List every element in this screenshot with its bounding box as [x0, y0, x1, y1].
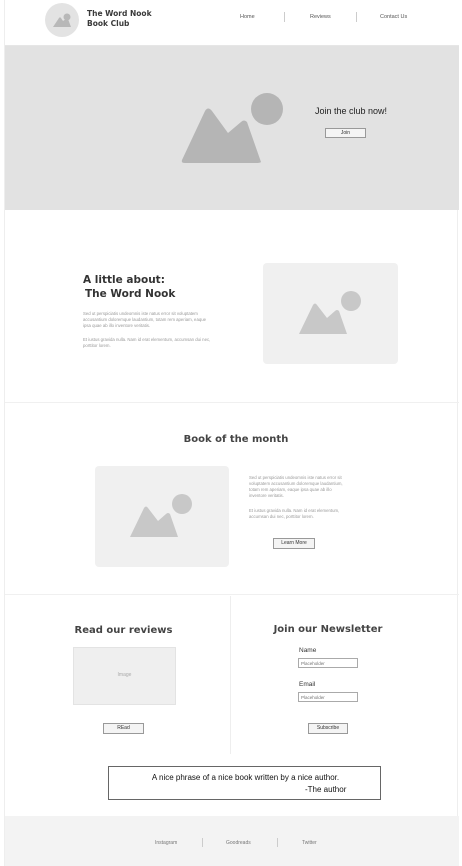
- about-title-line-1: A little about:: [83, 274, 165, 286]
- learn-more-button[interactable]: Learn More: [273, 538, 315, 549]
- about-image: [263, 263, 398, 364]
- about-title-line-2: The Word Nook: [85, 288, 176, 300]
- book-paragraph-1: Sed ut perspiciatis undeomnis iste natus…: [249, 475, 343, 498]
- quote-box: A nice phrase of a nice book written by …: [108, 766, 381, 800]
- image-placeholder-icon: [130, 494, 192, 537]
- reviews-title: Read our reviews: [74, 625, 173, 636]
- hero-banner: [5, 46, 459, 210]
- newsletter-title: Join our Newsletter: [273, 624, 383, 635]
- about-paragraph-2: Et iustus gravida nulla. Nam id erat ele…: [83, 337, 211, 348]
- quote-text: A nice phrase of a nice book written by …: [151, 773, 340, 782]
- about-paragraph-1: Sed ut perspiciatis undeomnis iste natus…: [83, 311, 207, 328]
- join-button[interactable]: Join: [325, 128, 366, 138]
- about-title: A little about: The Word Nook: [83, 273, 175, 301]
- book-of-month-title: Book of the month: [183, 434, 289, 445]
- name-input[interactable]: [298, 658, 358, 668]
- image-label: Image: [117, 672, 132, 678]
- footer-divider: [277, 838, 278, 847]
- nav-divider: [356, 12, 357, 22]
- logo[interactable]: [45, 3, 79, 37]
- nav-home[interactable]: Home: [240, 14, 255, 20]
- image-placeholder-icon: [299, 291, 361, 334]
- book-cover-image: [95, 466, 229, 567]
- footer-link-goodreads[interactable]: Goodreads: [226, 840, 251, 846]
- nav-divider: [284, 12, 285, 22]
- site-footer: Instagram Goodreads Twitter: [5, 816, 459, 866]
- column-divider: [230, 596, 231, 754]
- hero-image-placeholder-icon: [181, 93, 283, 163]
- section-divider: [5, 594, 459, 595]
- email-label: Email: [299, 681, 316, 688]
- image-placeholder-icon: [53, 13, 71, 27]
- hero-title: Join the club now!: [315, 106, 388, 116]
- footer-link-twitter[interactable]: Twitter: [302, 840, 317, 846]
- quote-author: -The author: [305, 785, 347, 794]
- section-divider: [5, 402, 459, 403]
- review-image-placeholder: Image: [73, 647, 176, 705]
- nav-contact-us[interactable]: Contact Us: [380, 14, 407, 20]
- footer-divider: [202, 838, 203, 847]
- subscribe-button[interactable]: Subscribe: [308, 723, 348, 734]
- brand-line-2: Book Club: [87, 19, 130, 28]
- name-label: Name: [299, 647, 317, 654]
- book-paragraph-2: Et iustus gravida nulla. Nam id erat ele…: [249, 508, 340, 519]
- page: The Word Nook Book Club Home Reviews Con…: [4, 0, 459, 866]
- nav-reviews[interactable]: Reviews: [310, 14, 331, 20]
- footer-link-instagram[interactable]: Instagram: [155, 840, 177, 846]
- brand-line-1: The Word Nook: [87, 9, 152, 18]
- email-input[interactable]: [298, 692, 358, 702]
- read-reviews-button[interactable]: REad: [103, 723, 144, 734]
- brand-name: The Word Nook Book Club: [87, 9, 152, 29]
- site-header: The Word Nook Book Club Home Reviews Con…: [5, 0, 459, 46]
